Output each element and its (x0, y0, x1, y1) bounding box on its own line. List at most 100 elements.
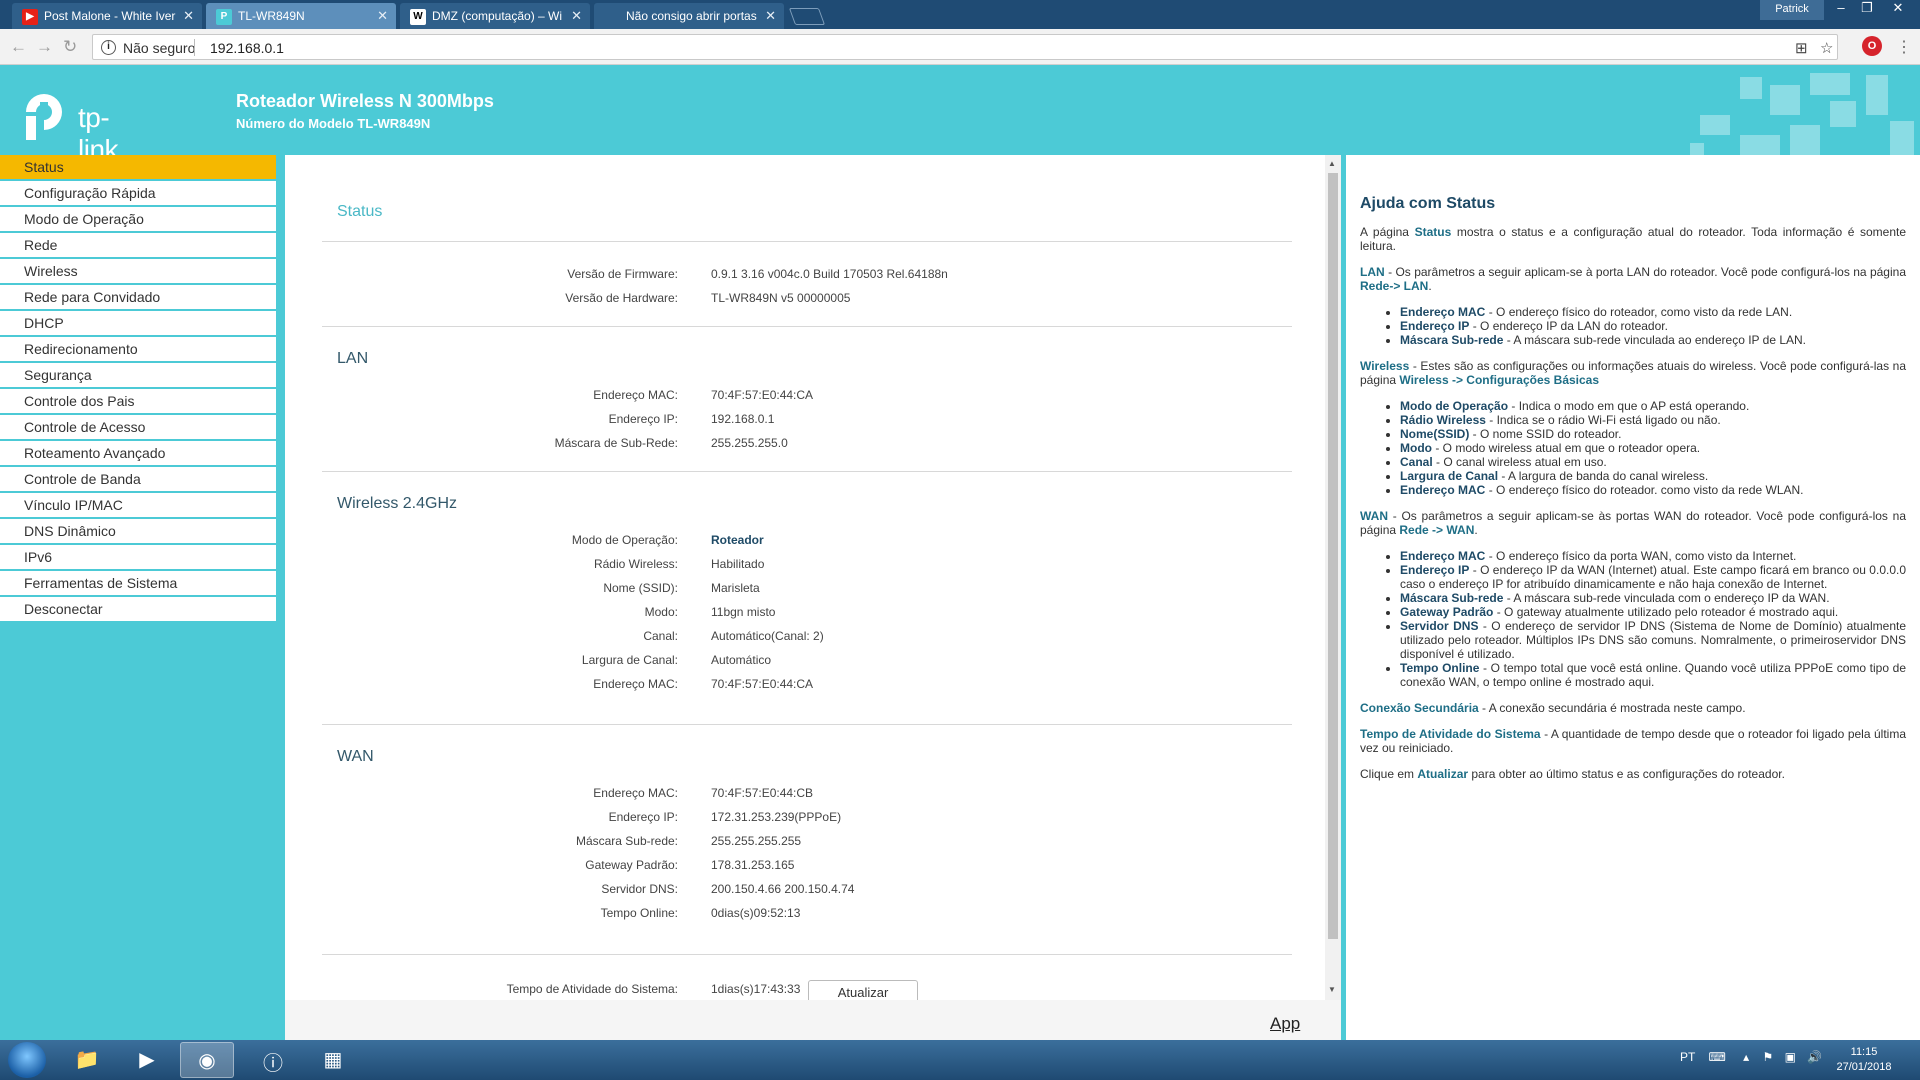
forward-icon[interactable]: → (36, 37, 53, 57)
profile-button[interactable]: Patrick (1760, 0, 1824, 20)
close-window-icon[interactable]: ✕ (1880, 0, 1916, 20)
browser-toolbar: ← → ↻ i Não seguro 192.168.0.1 ⊞ ☆ O ⋮ (0, 29, 1920, 65)
minecraft-icon[interactable]: ▦ (306, 1042, 360, 1078)
divider (322, 241, 1292, 242)
menu-item-status[interactable]: Status (0, 155, 276, 179)
lan-mask-value: 255.255.255.0 (711, 436, 788, 450)
lan-mask-row: Máscara de Sub-Rede: 255.255.255.0 (285, 436, 1285, 456)
wan-mac-value: 70:4F:57:E0:44:CB (711, 786, 814, 800)
wireless-radio-row: Rádio Wireless: Habilitado (285, 557, 1285, 577)
start-button[interactable] (8, 1042, 46, 1078)
help-uptime: Tempo de Atividade do Sistema - A quanti… (1360, 727, 1906, 755)
menu-item-roteamento-avancado[interactable]: Roteamento Avançado (0, 441, 276, 465)
info-icon[interactable]: i (101, 40, 116, 55)
field-label: Versão de Firmware: (567, 267, 678, 281)
wireless-ssid-row: Nome (SSID): Marisleta (285, 581, 1285, 601)
keyboard-icon[interactable]: ⌨ (1708, 1050, 1725, 1064)
app-link[interactable]: App (1270, 1014, 1300, 1034)
menu-item-dhcp[interactable]: DHCP (0, 311, 276, 335)
app-icon[interactable]: ⓘ (246, 1042, 300, 1078)
chrome-icon[interactable]: ◉ (180, 1042, 234, 1078)
tab-dmz-wikipedia[interactable]: W DMZ (computação) – Wi ✕ (400, 3, 590, 29)
scroll-down-icon[interactable]: ▼ (1328, 985, 1336, 994)
menu-item-dns-dinamico[interactable]: DNS Dinâmico (0, 519, 276, 543)
close-tab-icon[interactable]: ✕ (377, 8, 388, 24)
menu-item-wireless[interactable]: Wireless (0, 259, 276, 283)
wan-mask-row: Máscara Sub-rede: 255.255.255.255 (285, 834, 1285, 854)
wireless-mode-value: Roteador (711, 533, 764, 547)
wireless-mode-row: Modo de Operação: Roteador (285, 533, 1285, 553)
menu-item-controle-dos-pais[interactable]: Controle dos Pais (0, 389, 276, 413)
opera-extension-icon[interactable]: O (1862, 36, 1882, 56)
router-header: tp-link Roteador Wireless N 300Mbps Núme… (0, 65, 1920, 155)
main-scrollbar[interactable]: ▲ ▼ (1325, 155, 1341, 1000)
list-item: Nome(SSID) - O nome SSID do roteador. (1400, 427, 1906, 441)
field-label: Máscara Sub-rede: (575, 834, 678, 848)
hardware-value: TL-WR849N v5 00000005 (711, 291, 851, 305)
header-decoration (1740, 135, 1780, 155)
menu-item-controle-de-banda[interactable]: Controle de Banda (0, 467, 276, 491)
divider (322, 954, 1292, 955)
tab-title: DMZ (computação) – Wi (432, 9, 563, 23)
network-icon[interactable]: ▣ (1785, 1050, 1796, 1064)
restore-icon[interactable]: ❐ (1854, 0, 1880, 20)
close-tab-icon[interactable]: ✕ (571, 8, 582, 24)
bookmark-star-icon[interactable]: ☆ (1820, 39, 1833, 57)
menu-item-desconectar[interactable]: Desconectar (0, 597, 276, 621)
field-label: Gateway Padrão: (585, 858, 678, 872)
scrollbar-thumb[interactable] (1328, 173, 1338, 939)
volume-icon[interactable]: 🔊 (1807, 1050, 1822, 1064)
section-title-lan: LAN (337, 350, 369, 367)
router-model: Número do Modelo TL-WR849N (236, 116, 431, 131)
youtube-icon: ▶ (22, 9, 38, 25)
wireless-modo-row: Modo: 11bgn misto (285, 605, 1285, 625)
back-icon[interactable]: ← (10, 37, 27, 57)
wireless-radio-value: Habilitado (711, 557, 765, 571)
close-tab-icon[interactable]: ✕ (183, 8, 194, 24)
field-label: Tempo Online: (600, 906, 678, 920)
lan-ip-row: Endereço IP: 192.168.0.1 (285, 412, 1285, 432)
browser-menu-icon[interactable]: ⋮ (1896, 37, 1912, 57)
menu-item-rede[interactable]: Rede (0, 233, 276, 257)
language-indicator[interactable]: PT (1680, 1050, 1695, 1064)
list-item: Modo de Operação - Indica o modo em que … (1400, 399, 1906, 413)
tab-tl-wr849n[interactable]: P TL-WR849N ✕ (206, 3, 396, 29)
section-title-wan: WAN (337, 748, 374, 765)
menu-item-configuracao-rapida[interactable]: Configuração Rápida (0, 181, 276, 205)
menu-item-modo-de-operacao[interactable]: Modo de Operação (0, 207, 276, 231)
clock[interactable]: 11:15 27/01/2018 (1832, 1045, 1896, 1075)
list-item: Servidor DNS - O endereço de servidor IP… (1400, 619, 1906, 661)
tab-nao-consigo[interactable]: Não consigo abrir portas ✕ (594, 3, 784, 29)
new-tab-button[interactable] (788, 8, 826, 25)
field-label: Modo: (644, 605, 678, 619)
menu-item-seguranca[interactable]: Segurança (0, 363, 276, 387)
translate-icon[interactable]: ⊞ (1795, 39, 1808, 57)
brand-name: tp-link (78, 102, 119, 155)
menu-item-vinculo-ip-mac[interactable]: Vínculo IP/MAC (0, 493, 276, 517)
tray-expand-icon[interactable]: ▴ (1743, 1050, 1749, 1064)
action-center-icon[interactable]: ⚑ (1763, 1050, 1774, 1064)
menu-item-controle-de-acesso[interactable]: Controle de Acesso (0, 415, 276, 439)
menu-item-rede-para-convidado[interactable]: Rede para Convidado (0, 285, 276, 309)
url-text[interactable]: 192.168.0.1 (210, 40, 284, 56)
menu-item-ipv6[interactable]: IPv6 (0, 545, 276, 569)
menu-item-ferramentas-de-sistema[interactable]: Ferramentas de Sistema (0, 571, 276, 595)
minimize-icon[interactable]: – (1828, 0, 1854, 20)
browser-tab-strip: ▶ Post Malone - White Iver ✕ P TL-WR849N… (0, 0, 1920, 29)
field-label: Modo de Operação: (571, 533, 678, 547)
list-item: Endereço MAC - O endereço físico do rote… (1400, 483, 1906, 497)
lan-mac-row: Endereço MAC: 70:4F:57:E0:44:CA (285, 388, 1285, 408)
tab-post-malone[interactable]: ▶ Post Malone - White Iver ✕ (12, 3, 202, 29)
media-player-icon[interactable]: ▶ (120, 1042, 174, 1078)
address-bar[interactable]: i Não seguro 192.168.0.1 ⊞ ☆ (92, 34, 1838, 60)
close-tab-icon[interactable]: ✕ (765, 8, 776, 24)
uptime-row: Tempo de Atividade do Sistema: 1dias(s)1… (285, 982, 1285, 1000)
reload-icon[interactable]: ↻ (63, 37, 77, 57)
refresh-button[interactable]: Atualizar (808, 980, 918, 1000)
scroll-up-icon[interactable]: ▲ (1328, 159, 1336, 168)
header-decoration (1830, 101, 1856, 127)
firmware-value: 0.9.1 3.16 v004c.0 Build 170503 Rel.6418… (711, 267, 948, 281)
menu-item-redirecionamento[interactable]: Redirecionamento (0, 337, 276, 361)
file-explorer-icon[interactable]: 📁 (60, 1042, 114, 1078)
security-label[interactable]: Não seguro (123, 40, 195, 56)
